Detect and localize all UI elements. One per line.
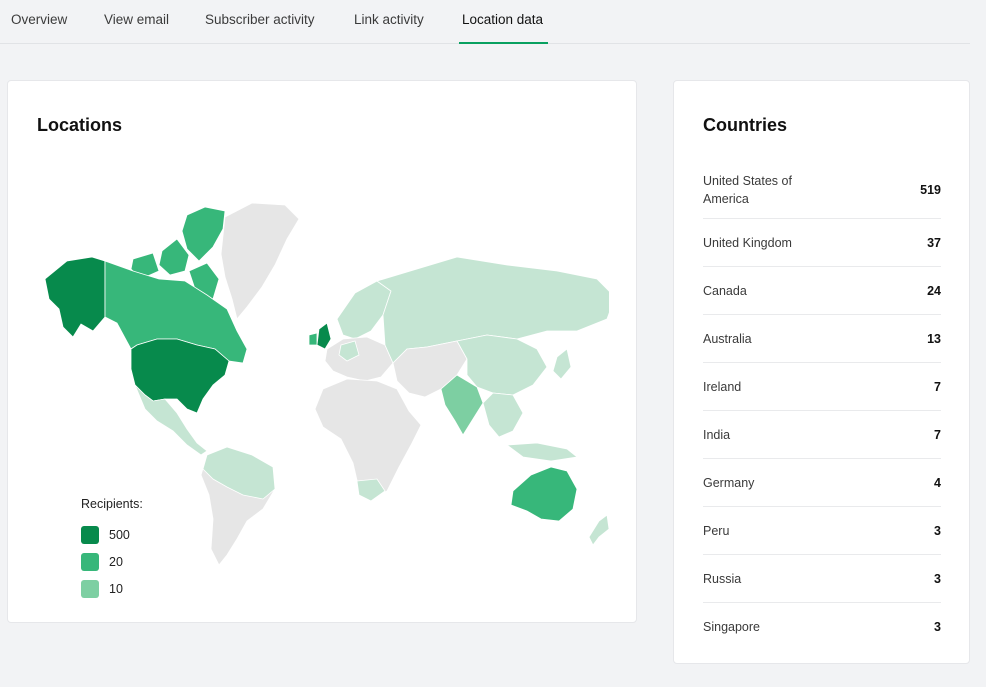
country-row: Russia 3: [703, 555, 941, 603]
tab-overview[interactable]: Overview: [11, 12, 67, 27]
map-southeast-asia[interactable]: [482, 392, 524, 438]
country-row: India 7: [703, 411, 941, 459]
tab-location-data[interactable]: Location data: [462, 12, 543, 27]
country-row: United States of America 519: [703, 166, 941, 219]
country-count: 519: [920, 183, 941, 197]
map-greenland[interactable]: [220, 202, 300, 320]
map-indonesia[interactable]: [505, 442, 578, 462]
country-count: 3: [934, 620, 941, 634]
map-scandinavia[interactable]: [336, 280, 392, 340]
map-legend: Recipients: 500 20 10: [81, 497, 143, 602]
legend-item: 20: [81, 548, 143, 575]
country-row: United Kingdom 37: [703, 219, 941, 267]
country-name: Canada: [703, 283, 747, 298]
countries-title: Countries: [703, 115, 788, 135]
map-canada-islands[interactable]: [181, 206, 226, 262]
map-europe[interactable]: [324, 336, 394, 382]
country-row: Singapore 3: [703, 603, 941, 651]
country-list: United States of America 519 United King…: [703, 166, 941, 651]
country-count: 37: [927, 235, 941, 250]
map-japan[interactable]: [552, 348, 572, 380]
country-row: Canada 24: [703, 267, 941, 315]
map-canada-islands-2[interactable]: [158, 238, 190, 276]
country-name: Germany: [703, 475, 755, 490]
map-australia[interactable]: [510, 466, 578, 522]
country-name: Peru: [703, 523, 730, 538]
country-count: 7: [934, 379, 941, 394]
country-count: 13: [927, 331, 941, 346]
country-row: Australia 13: [703, 315, 941, 363]
country-name: United Kingdom: [703, 235, 792, 250]
country-count: 4: [934, 475, 941, 490]
country-count: 3: [934, 523, 941, 538]
map-new-zealand[interactable]: [588, 514, 609, 546]
legend-label: 20: [109, 554, 123, 569]
legend-label: 500: [109, 527, 130, 542]
country-name: United States of America: [703, 174, 792, 206]
country-row: Ireland 7: [703, 363, 941, 411]
legend-title: Recipients:: [81, 497, 143, 511]
tab-subscriber-activity[interactable]: Subscriber activity: [205, 12, 315, 27]
locations-title: Locations: [37, 115, 123, 135]
map-uk[interactable]: [316, 322, 332, 350]
tab-view-email[interactable]: View email: [104, 12, 169, 27]
country-row: Peru 3: [703, 507, 941, 555]
legend-swatch-500: [81, 525, 99, 544]
country-row: Germany 4: [703, 459, 941, 507]
country-count: 3: [934, 571, 941, 586]
country-name: India: [703, 427, 731, 442]
legend-item: 10: [81, 575, 143, 602]
country-name: Singapore: [703, 620, 760, 634]
legend-item: 500: [81, 521, 143, 548]
country-name: Ireland: [703, 379, 742, 394]
map-ireland[interactable]: [308, 332, 318, 346]
map-alaska[interactable]: [44, 256, 106, 338]
country-count: 7: [934, 427, 941, 442]
countries-card: Countries United States of America 519 U…: [673, 80, 970, 664]
tab-link-activity[interactable]: Link activity: [354, 12, 424, 27]
country-count: 24: [927, 283, 941, 298]
legend-swatch-10: [81, 579, 99, 598]
legend-label: 10: [109, 581, 123, 596]
country-name: Australia: [703, 331, 752, 346]
country-name: Russia: [703, 571, 742, 586]
tab-bar: Overview View email Subscriber activity …: [0, 0, 970, 44]
locations-card: Locations Recipients: 500 20 10: [7, 80, 637, 623]
legend-swatch-20: [81, 552, 99, 571]
active-tab-indicator: [459, 42, 548, 44]
